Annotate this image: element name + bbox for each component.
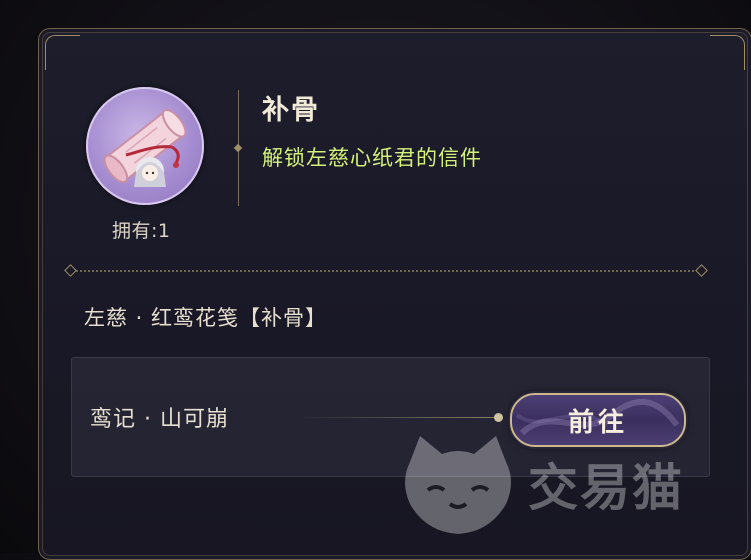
watermark: 交易猫 (398, 432, 738, 542)
panel-corner-ornament (45, 35, 80, 70)
item-description: 解锁左慈心纸君的信件 (262, 146, 482, 170)
connector-dot (494, 413, 503, 422)
connector-line (298, 417, 498, 418)
scroll-letter-icon (86, 87, 204, 205)
source-title: 左慈 · 红鸾花笺【补骨】 (84, 306, 328, 330)
panel-corner-ornament (710, 35, 745, 70)
watermark-text: 交易猫 (528, 459, 684, 517)
item-title: 补骨 (262, 95, 320, 126)
cat-logo-icon (405, 436, 511, 534)
horizontal-divider (72, 270, 702, 272)
owned-count: 拥有:1 (112, 220, 171, 242)
source-entry-label: 鸾记 · 山可崩 (90, 407, 229, 432)
